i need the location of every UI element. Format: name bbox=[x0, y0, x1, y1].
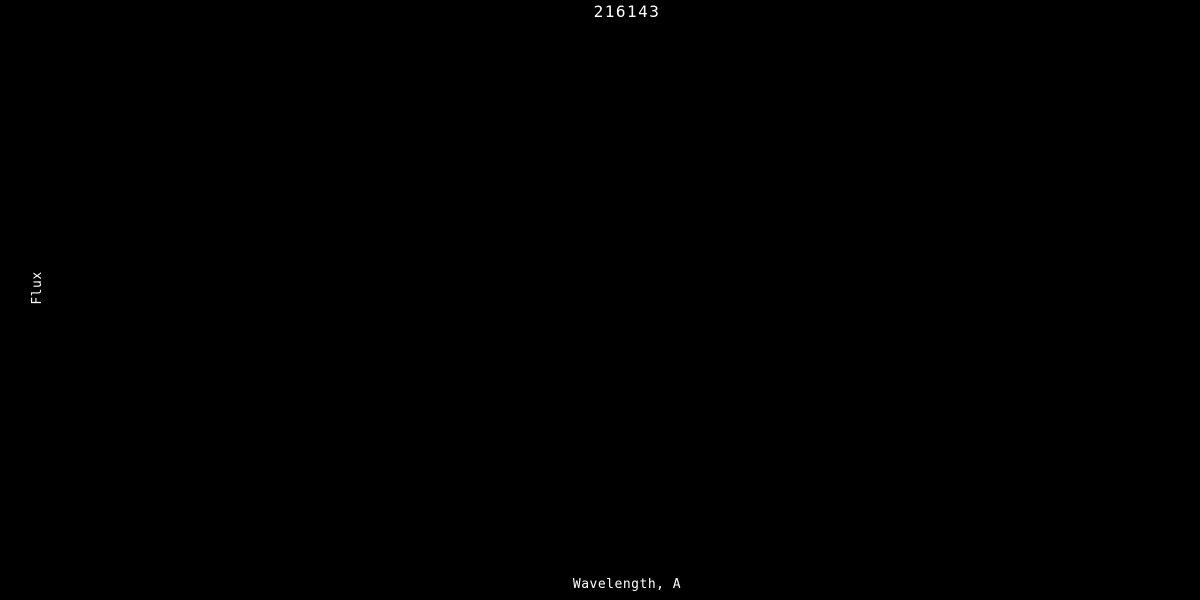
spectrum-figure: 216143 Wavelength, A Flux bbox=[0, 0, 1200, 600]
spectrum-plot-canvas bbox=[0, 0, 1200, 600]
x-axis-label: Wavelength, A bbox=[572, 577, 682, 592]
chart-title: 216143 bbox=[593, 2, 661, 21]
y-axis-label: Flux bbox=[30, 271, 45, 305]
